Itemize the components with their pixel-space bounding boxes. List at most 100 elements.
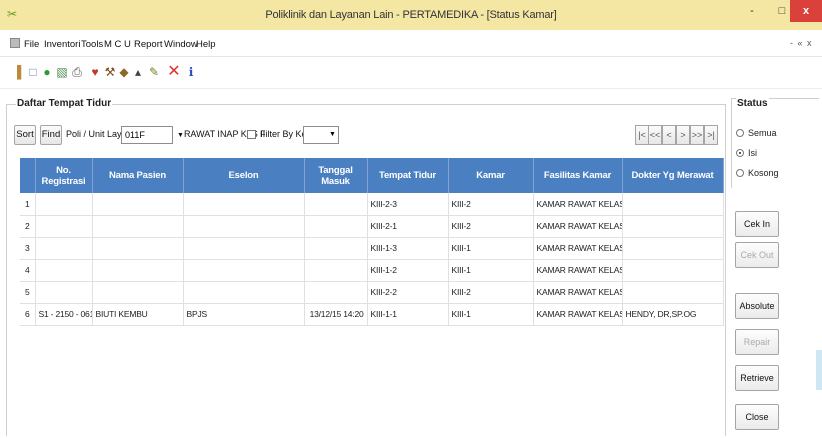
cell-registration	[35, 215, 93, 238]
sort-button[interactable]: Sort	[14, 125, 36, 145]
column-header[interactable]: Tanggal Masuk	[304, 158, 368, 193]
printer-icon[interactable]: ⎙	[70, 63, 84, 81]
menu-report[interactable]: Report	[134, 39, 163, 50]
mdi-controls[interactable]: - « x	[790, 38, 813, 48]
radio-icon	[736, 169, 744, 177]
table-row[interactable]: 5 KIII-2-2 KIII-2 KAMAR RAWAT KELAS III	[20, 281, 724, 304]
absolute-button[interactable]: Absolute	[735, 293, 779, 319]
cell-bed: KIII-2-1	[367, 215, 449, 238]
syringe-icon[interactable]: ◆	[117, 63, 131, 81]
check-out-button[interactable]: Cek Out	[735, 242, 779, 268]
row-number: 1	[20, 193, 36, 216]
column-header[interactable]: Fasilitas Kamar	[533, 158, 623, 193]
row-number: 5	[20, 281, 36, 304]
cell-room-facility: KAMAR RAWAT KELAS III	[533, 193, 623, 216]
document-icon	[10, 38, 20, 48]
nav-last-button[interactable]: >|	[704, 125, 718, 145]
cell-doctor	[622, 281, 724, 304]
close-button[interactable]: Close	[735, 404, 779, 430]
status-option-label: Semua	[748, 128, 777, 138]
key-icon[interactable]: ⚒	[103, 63, 117, 81]
cell-room: KIII-1	[448, 303, 534, 326]
ribbon-icon[interactable]: ♥	[88, 63, 102, 81]
status-radio-isi[interactable]: Isi	[736, 148, 757, 158]
poli-unit-select[interactable]: 011F	[121, 126, 173, 144]
toolbar: ▐ □ ● ▧ ⎙ ♥ ⚒ ◆ ▴ ✎ ✕ ℹ	[0, 57, 822, 89]
check-in-button[interactable]: Cek In	[735, 211, 779, 237]
menu-mcu[interactable]: M C U	[104, 39, 131, 50]
bed-status-table[interactable]: No. Registrasi Nama Pasien Eselon Tangga…	[20, 158, 724, 438]
status-option-label: Kosong	[748, 168, 779, 178]
kelas-select[interactable]: ▼	[303, 126, 339, 144]
table-row[interactable]: 4 KIII-1-2 KIII-1 KAMAR RAWAT KELAS III	[20, 259, 724, 282]
table-row[interactable]: 6 S1 - 2150 - 0615 BIUTI KEMBU BPJS 13/1…	[20, 303, 724, 326]
cell-admission-date	[304, 281, 368, 304]
table-row[interactable]: 2 KIII-2-1 KIII-2 KAMAR RAWAT KELAS III	[20, 215, 724, 238]
window-title: Poliklinik dan Layanan Lain - PERTAMEDIK…	[265, 9, 557, 21]
delete-icon[interactable]: ✕	[167, 63, 181, 81]
repair-button[interactable]: Repair	[735, 329, 779, 355]
nav-prev-page-button[interactable]: <<	[648, 125, 662, 145]
row-number-header	[20, 158, 36, 193]
column-header[interactable]: Nama Pasien	[92, 158, 184, 193]
cell-bed: KIII-1-3	[367, 237, 449, 260]
radio-icon	[736, 129, 744, 137]
status-radio-semua[interactable]: Semua	[736, 128, 777, 138]
table-header-row: No. Registrasi Nama Pasien Eselon Tangga…	[20, 158, 724, 193]
cell-patient-name	[92, 215, 184, 238]
column-header[interactable]: Kamar	[448, 158, 534, 193]
menu-inventori[interactable]: Inventori	[44, 39, 80, 50]
cell-admission-date	[304, 237, 368, 260]
chevron-down-icon: ▼	[329, 131, 336, 138]
cell-admission-date	[304, 259, 368, 282]
cell-admission-date: 13/12/15 14:20	[304, 303, 368, 326]
cell-room-facility: KAMAR RAWAT KELAS III	[533, 259, 623, 282]
column-header[interactable]: Tempat Tidur	[367, 158, 449, 193]
cell-room: KIII-2	[448, 193, 534, 216]
pencil-icon[interactable]: ✎	[147, 63, 161, 81]
cell-doctor	[622, 193, 724, 216]
menu-file[interactable]: File	[24, 39, 39, 50]
cell-bed: KIII-2-2	[367, 281, 449, 304]
menu-bar: File Inventori Tools M C U Report Window…	[0, 30, 822, 57]
retrieve-button[interactable]: Retrieve	[735, 365, 779, 391]
menu-window[interactable]: Window	[164, 39, 198, 50]
row-number: 4	[20, 259, 36, 282]
column-header[interactable]: No. Registrasi	[35, 158, 93, 193]
cell-doctor: HENDY, DR,SP.OG	[622, 303, 724, 326]
filter-kelas-checkbox[interactable]	[247, 130, 256, 139]
find-button[interactable]: Find	[40, 125, 62, 145]
cell-room-facility: KAMAR RAWAT KELAS III	[533, 281, 623, 304]
chevron-down-icon: ▼	[177, 132, 184, 139]
cell-room: KIII-1	[448, 237, 534, 260]
cell-eselon	[183, 193, 305, 216]
close-window-button[interactable]: x	[790, 0, 822, 22]
page-icon[interactable]: □	[26, 63, 40, 81]
row-number: 6	[20, 303, 36, 326]
cell-doctor	[622, 215, 724, 238]
minimize-button[interactable]: -	[736, 0, 768, 22]
column-header[interactable]: Dokter Yg Merawat	[622, 158, 724, 193]
door-icon[interactable]: ▐	[10, 63, 24, 81]
cell-room: KIII-1	[448, 259, 534, 282]
table-row[interactable]: 1 KIII-2-3 KIII-2 KAMAR RAWAT KELAS III	[20, 193, 724, 216]
green-circle-icon[interactable]: ●	[40, 63, 54, 81]
status-radio-kosong[interactable]: Kosong	[736, 168, 779, 178]
cell-patient-name	[92, 259, 184, 282]
nav-first-button[interactable]: |<	[635, 125, 649, 145]
nav-next-page-button[interactable]: >>	[690, 125, 704, 145]
cell-bed: KIII-1-2	[367, 259, 449, 282]
nav-next-button[interactable]: >	[676, 125, 690, 145]
cell-eselon	[183, 281, 305, 304]
nav-prev-button[interactable]: <	[662, 125, 676, 145]
cell-eselon	[183, 215, 305, 238]
cell-registration	[35, 281, 93, 304]
row-number: 2	[20, 215, 36, 238]
table-row[interactable]: 3 KIII-1-3 KIII-1 KAMAR RAWAT KELAS III	[20, 237, 724, 260]
tag-icon[interactable]: ▴	[131, 63, 145, 81]
edit-icon[interactable]: ▧	[55, 63, 69, 81]
info-icon[interactable]: ℹ	[184, 63, 198, 81]
menu-help[interactable]: Help	[196, 39, 216, 50]
menu-tools[interactable]: Tools	[81, 39, 103, 50]
column-header[interactable]: Eselon	[183, 158, 305, 193]
